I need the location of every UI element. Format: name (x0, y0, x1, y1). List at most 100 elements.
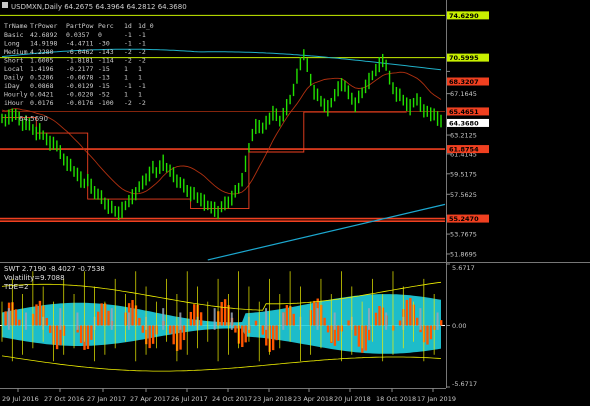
table-cell: -143 (98, 48, 114, 56)
chart-header: USDMXN,Daily 64.2675 64.3964 64.2812 64.… (2, 2, 187, 11)
table-cell: -13 (98, 74, 110, 82)
y-tick-label: 63.2125 (450, 132, 477, 140)
table-header: 1d (124, 22, 132, 30)
price-label: 74.6290 (449, 12, 479, 20)
price-label: 64.3680 (449, 119, 479, 127)
indicator-bar (415, 317, 419, 326)
indicator-gray-bar (59, 308, 62, 330)
indicator-bar (148, 325, 151, 349)
indicator-bar (347, 320, 350, 326)
indicator-bar (405, 299, 409, 326)
x-tick-label: 29 Jul 2016 (2, 395, 39, 403)
table-cell: -2 (138, 48, 146, 56)
table-cell: 0.0421 (30, 91, 54, 99)
y-tick-label: 57.5625 (450, 191, 477, 199)
indicator-bar (18, 319, 21, 326)
table-cell: -2 (124, 99, 132, 107)
indicator-bar (275, 325, 278, 341)
table-cell: Medium (4, 48, 28, 56)
price-chart[interactable]: 74.629067.164563.212561.414559.517557.56… (0, 0, 590, 406)
table-cell: -0.0220 (66, 91, 93, 99)
table-cell: -0.0678 (66, 74, 93, 82)
indicator-bar (49, 325, 52, 333)
indicator-line1: SWT 2.7190 -8.4027 -0.7538 (4, 265, 105, 273)
table-cell: Hourly (4, 91, 28, 99)
y-tick-label: 53.7675 (450, 231, 477, 239)
table-cell: -2 (124, 48, 132, 56)
table-cell: -15 (98, 65, 110, 73)
table-cell: 1 (138, 91, 142, 99)
indicator-bar (107, 310, 110, 326)
table-cell: 42.6892 (30, 31, 57, 39)
indicator-bar (223, 299, 227, 326)
indicator-bar (97, 311, 100, 326)
indicator-bar (151, 325, 155, 344)
table-cell: -1 (138, 31, 146, 39)
price-label: 65.4651 (449, 108, 479, 116)
table-cell: 0 (98, 31, 102, 39)
table-cell: -1 (124, 40, 132, 48)
indicator-bar (292, 313, 295, 326)
indicator-gray-bar (127, 312, 130, 330)
table-cell: -2 (138, 99, 146, 107)
indicator-bar (199, 312, 203, 326)
indicator-line3: TDE=2 (3, 283, 28, 291)
table-cell: -4.4711 (66, 40, 93, 48)
y-tick-label: 67.1645 (450, 90, 477, 98)
indicator-bar (261, 325, 265, 335)
table-cell: 14.9198 (30, 40, 57, 48)
indicator-bar (409, 297, 412, 326)
table-header: 1d_0 (138, 22, 154, 30)
indicator-gray-bar (7, 308, 10, 330)
table-header: Perc (98, 22, 114, 30)
indicator-bar (193, 304, 196, 326)
indicator-bar (429, 325, 433, 340)
table-header: PartPow (66, 22, 93, 30)
x-tick-label: 27 Oct 2016 (44, 395, 84, 403)
indicator-bar (4, 311, 7, 326)
table-header: TrName (4, 22, 28, 30)
table-cell: 1 (124, 74, 128, 82)
table-cell: -114 (98, 57, 114, 65)
indicator-gray-bar (110, 308, 113, 330)
table-cell: 4.2280 (30, 48, 54, 56)
indicator-gray-bar (419, 308, 422, 330)
x-tick-label: 18 Oct 2018 (376, 395, 416, 403)
indicator-bar (45, 317, 48, 326)
indicator-gray-bar (436, 312, 439, 330)
x-tick-label: 24 Oct 2017 (212, 395, 252, 403)
indicator-bar (354, 325, 357, 336)
indicator-bar (169, 325, 172, 334)
ind-y-tick-label: 5.6717 (452, 264, 475, 272)
table-cell: 0.0176 (30, 99, 54, 107)
table-cell: iHour (4, 99, 24, 107)
table-cell: -1 (138, 40, 146, 48)
symbol-icon (2, 2, 8, 8)
indicator-gray-bar (230, 312, 233, 330)
indicator-bar (378, 305, 381, 326)
indicator-bar (326, 325, 330, 333)
table-cell: Daily (4, 74, 24, 82)
indicator-bar (90, 325, 93, 340)
indicator-bar (189, 311, 193, 326)
indicator-bar (241, 325, 244, 348)
y-tick-label: 51.8695 (450, 250, 477, 258)
indicator-bar (440, 320, 443, 326)
table-cell: Short (4, 57, 24, 65)
indicator-bar (182, 325, 186, 341)
indicator-gray-bar (213, 308, 216, 330)
indicator-bar (357, 325, 361, 347)
indicator-bar (220, 301, 223, 326)
x-tick-label: 17 Jan 2019 (417, 395, 456, 403)
table-cell: -1 (124, 82, 132, 90)
indicator-line2: Volatility=9.7088 (4, 274, 65, 282)
table-cell: Long (4, 40, 20, 48)
indicator-bar (254, 320, 258, 326)
indicator-bar (14, 309, 18, 326)
price-label: 55.2470 (449, 215, 479, 223)
indicator-bar (38, 300, 42, 326)
indicator-bar (374, 312, 378, 326)
table-cell: -1.8181 (66, 57, 93, 65)
y-tick-label: 59.5175 (450, 170, 477, 178)
indicator-bar (131, 300, 134, 326)
